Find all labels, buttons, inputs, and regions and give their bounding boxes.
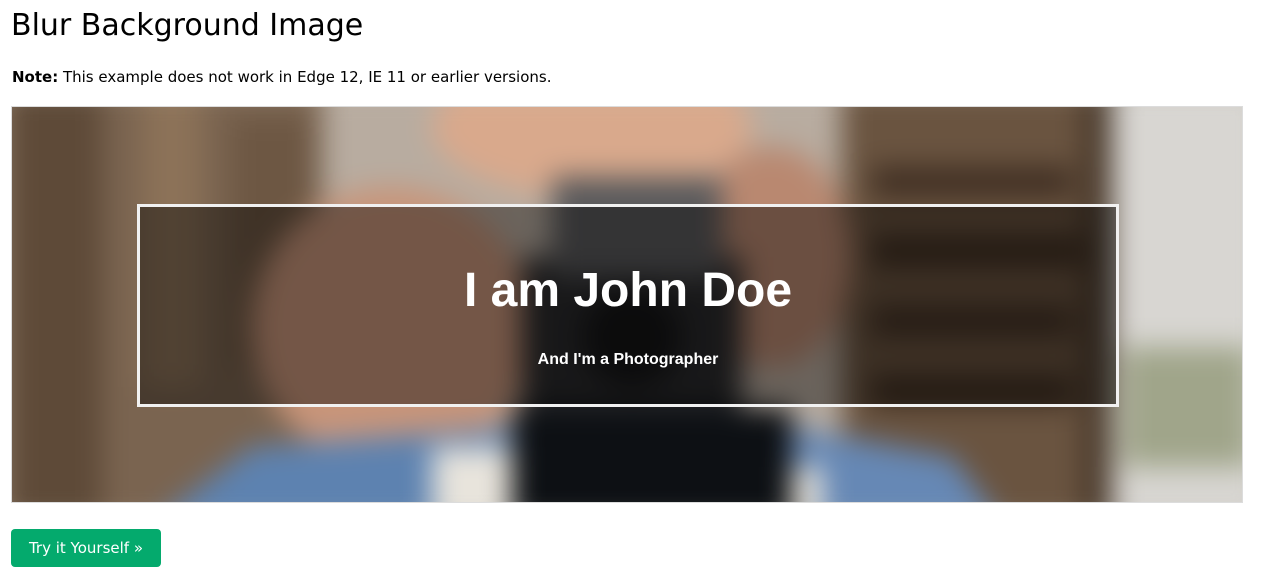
note-paragraph: Note: This example does not work in Edge… [12, 67, 551, 87]
hero-title: I am John Doe [463, 264, 793, 317]
hero-text-box: I am John Doe And I'm a Photographer [137, 204, 1119, 407]
note-text: This example does not work in Edge 12, I… [58, 68, 552, 86]
try-it-yourself-button[interactable]: Try it Yourself » [11, 529, 161, 567]
page-title: Blur Background Image [11, 8, 364, 43]
note-label: Note: [12, 68, 59, 86]
hero-subtitle: And I'm a Photographer [537, 351, 719, 368]
example-frame: I am John Doe And I'm a Photographer [11, 106, 1243, 503]
page: Blur Background Image Note: This example… [0, 0, 1264, 577]
